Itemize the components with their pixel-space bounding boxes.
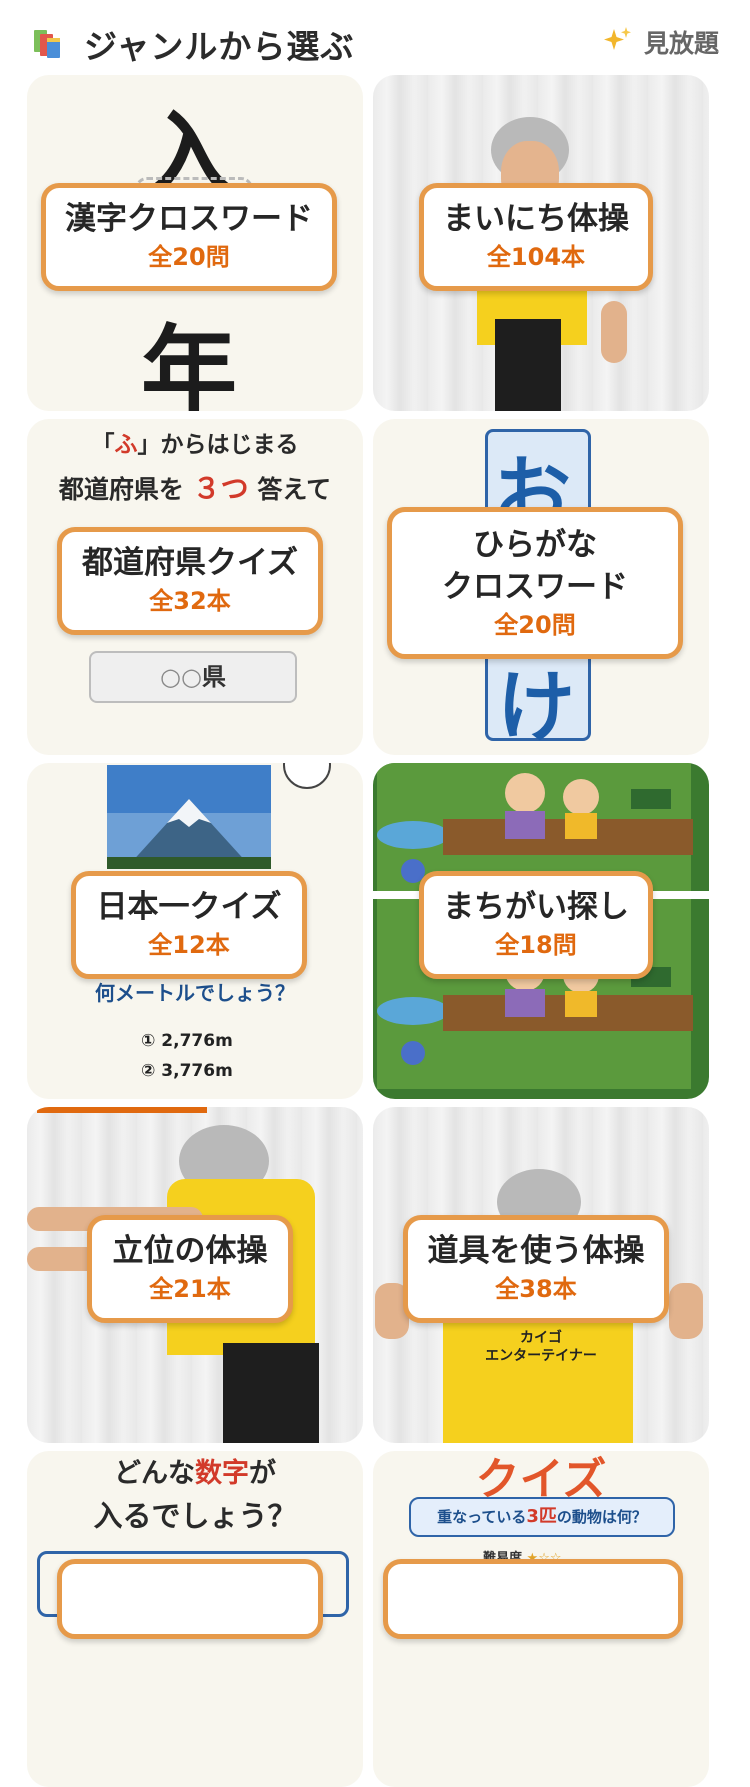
genre-tile-number-quiz[interactable]: どんな数字が 入るでしょう？ (27, 1451, 363, 1787)
genre-tile-tool-exercise[interactable]: カイゴ エンターテイナー 道具を使う体操 全38本 (373, 1107, 709, 1443)
genre-tile-kanji-crossword[interactable]: 入 年 漢字クロスワード 全20問 (27, 75, 363, 411)
person-pants (223, 1343, 319, 1443)
quiz-line-1: どんな数字が (114, 1458, 276, 1489)
genre-name-line-1: ひらがな (473, 527, 597, 563)
genre-label: 日本一クイズ 全12本 (71, 871, 307, 979)
genre-tile-prefecture-quiz[interactable]: 「ふ」からはじまる 都道府県を ３つ 答えて ○○県 都道府県クイズ 全32本 (27, 419, 363, 755)
kanji-char-bottom: 年 (141, 315, 237, 411)
genre-count: 全38本 (495, 1275, 577, 1303)
genre-count: 全12本 (148, 931, 230, 959)
genre-label (383, 1559, 683, 1639)
genre-count: 全104本 (486, 243, 586, 271)
person-hand-right (669, 1283, 703, 1339)
genre-name: まいにち体操 (443, 201, 629, 237)
section-title: ジャンルから選ぶ (84, 27, 355, 66)
genre-tile-spot-the-difference[interactable]: まちがい探し 全18問 (373, 763, 709, 1099)
genre-name: 日本一クイズ (96, 889, 282, 925)
genre-label: 都道府県クイズ 全32本 (57, 527, 323, 635)
answer-box: ○○県 (89, 651, 297, 703)
quiz-question: 重なっている3匹の動物は何？ (409, 1497, 675, 1537)
genre-label: まいにち体操 全104本 (419, 183, 653, 291)
genre-tile-hiragana-crossword[interactable]: お け ひらがな クロスワード 全20問 (373, 419, 709, 755)
genre-label: ひらがな クロスワード 全20問 (387, 507, 683, 659)
quiz-line-2: 入るでしょう？ (93, 1499, 297, 1533)
genre-tile-animal-quiz[interactable]: クイズ 重なっている3匹の動物は何？ 難易度 ★☆☆ (373, 1451, 709, 1787)
genre-label: 道具を使う体操 全38本 (403, 1215, 669, 1323)
genre-label: 漢字クロスワード 全20問 (41, 183, 337, 291)
genre-label: 立位の体操 全21本 (87, 1215, 293, 1323)
books-icon (34, 30, 60, 58)
section-header: ジャンルから選ぶ 見放題 (0, 0, 750, 80)
genre-name: 都道府県クイズ (81, 545, 299, 581)
quiz-line-1: 「ふ」からはじまる (91, 432, 299, 458)
quiz-option-2: ② 3,776m (141, 1061, 233, 1081)
quiz-option-1: ① 2,776m (141, 1031, 233, 1051)
genre-name: まちがい探し (443, 889, 629, 925)
shirt-print: カイゴ エンターテイナー (485, 1330, 597, 1364)
genre-count: 全21本 (149, 1275, 231, 1303)
genre-label (57, 1559, 323, 1639)
person-pants (495, 319, 561, 411)
genre-count: 全20問 (494, 611, 576, 639)
orange-strip (37, 1107, 207, 1113)
genre-tile-japan-number-one-quiz[interactable]: 何メートルでしょう？ ① 2,776m ② 3,776m 日本一クイズ 全12本 (27, 763, 363, 1099)
quiz-question: 何メートルでしょう？ (95, 981, 295, 1005)
genre-tile-standing-exercise[interactable]: 立位の体操 全21本 (27, 1107, 363, 1443)
question-badge (283, 763, 331, 789)
mount-fuji-image (107, 765, 271, 869)
hiragana-char-bottom: け (497, 663, 576, 753)
genre-count: 全18問 (495, 931, 577, 959)
genre-label: まちがい探し 全18問 (419, 871, 653, 979)
sparkles-icon (604, 27, 631, 50)
genre-count: 全20問 (148, 243, 230, 271)
genre-name: 立位の体操 (112, 1233, 268, 1269)
genre-name: 道具を使う体操 (427, 1233, 645, 1269)
quiz-line-2: 都道府県を ３つ 答えて (58, 472, 332, 505)
genre-name: 漢字クロスワード (65, 201, 313, 237)
genre-name-line-2: クロスワード (442, 569, 628, 605)
unlimited-link[interactable]: 見放題 (644, 24, 719, 60)
genre-count: 全32本 (149, 587, 231, 615)
genre-tile-daily-exercise[interactable]: まいにち体操 全104本 (373, 75, 709, 411)
person-arm (601, 301, 627, 363)
